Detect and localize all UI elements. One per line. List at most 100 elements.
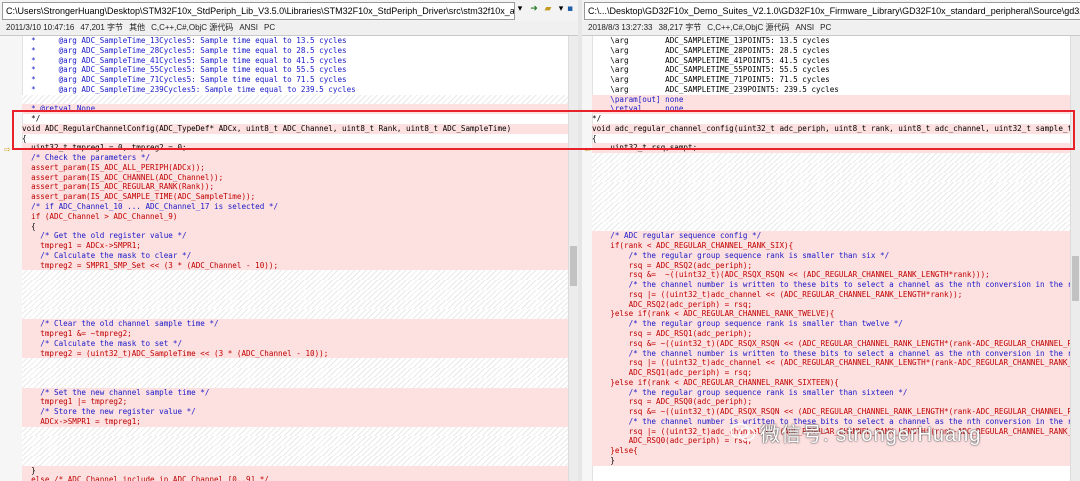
right-file-pane[interactable]: C:\...\Desktop\GD32F10x_Demo_Suites_V2.1… xyxy=(582,0,1080,481)
code-line[interactable]: { xyxy=(22,221,568,232)
code-line[interactable]: * @arg ADC_SampleTime_55Cycles5: Sample … xyxy=(22,65,568,75)
code-line[interactable]: /* Set the new channel sample time */ xyxy=(22,387,568,398)
missing-line-placeholder[interactable] xyxy=(592,221,1070,232)
code-line[interactable]: \arg ADC_SAMPLETIME_55POINT5: 55.5 cycle… xyxy=(592,65,1070,75)
right-file-path-input[interactable]: C:\...\Desktop\GD32F10x_Demo_Suites_V2.1… xyxy=(584,2,1080,20)
code-line[interactable]: * @arg ADC_SampleTime_239Cycles5: Sample… xyxy=(22,85,568,95)
code-line[interactable]: \arg ADC_SAMPLETIME_41POINT5: 41.5 cycle… xyxy=(592,56,1070,66)
code-line[interactable]: * @arg ADC_SampleTime_28Cycles5: Sample … xyxy=(22,46,568,56)
missing-line-placeholder[interactable] xyxy=(22,270,568,281)
code-line[interactable]: * @retval None xyxy=(22,104,568,115)
code-line[interactable]: /* if ADC_Channel_10 ... ADC_Channel_17 … xyxy=(22,202,568,212)
left-scrollbar[interactable] xyxy=(568,36,578,481)
code-line[interactable]: if (ADC_Channel > ADC_Channel_9) xyxy=(22,211,568,222)
code-line[interactable]: rsq = ADC_RSQ0(adc_periph); xyxy=(592,397,1070,408)
code-line[interactable]: tmpreg1 &= ~tmpreg2; xyxy=(22,328,568,339)
code-line[interactable]: \retval none xyxy=(592,104,1070,115)
missing-line-placeholder[interactable] xyxy=(22,426,568,437)
code-line[interactable]: \arg ADC_SAMPLETIME_239POINT5: 239.5 cyc… xyxy=(592,85,1070,95)
code-line[interactable]: } xyxy=(592,455,1070,466)
missing-line-placeholder[interactable] xyxy=(22,299,568,310)
missing-line-placeholder[interactable] xyxy=(22,455,568,466)
code-line[interactable]: ADC_RSQ1(adc_periph) = rsq; xyxy=(592,368,1070,378)
code-line[interactable]: void ADC_RegularChannelConfig(ADC_TypeDe… xyxy=(22,123,568,134)
code-line[interactable]: /* ADC regular sequence config */ xyxy=(592,231,1070,242)
code-line[interactable]: rsq |= ((uint32_t)adc_channel << (ADC_RE… xyxy=(592,358,1080,369)
code-line[interactable]: \arg ADC_SAMPLETIME_28POINT5: 28.5 cycle… xyxy=(592,46,1070,56)
code-line[interactable]: /* Get the old register value */ xyxy=(22,231,568,242)
code-line[interactable]: { xyxy=(592,134,1070,144)
left-code-view[interactable]: * @arg ADC_SampleTime_13Cycles5: Sample … xyxy=(22,36,568,481)
missing-line-placeholder[interactable] xyxy=(22,446,568,456)
code-line[interactable]: tmpreg1 = ADCx->SMPR1; xyxy=(22,241,568,251)
missing-line-placeholder[interactable] xyxy=(22,358,568,369)
code-line[interactable]: /* Check the parameters */ xyxy=(22,153,568,163)
code-line[interactable]: tmpreg1 |= tmpreg2; xyxy=(22,397,568,408)
code-line[interactable]: \param[out] none xyxy=(592,94,1070,105)
right-code-view[interactable]: \arg ADC_SAMPLETIME_13POINT5: 13.5 cycle… xyxy=(592,36,1080,466)
missing-line-placeholder[interactable] xyxy=(22,309,568,320)
folder-open-icon[interactable]: ▰ xyxy=(542,3,554,16)
code-line[interactable]: rsq = ADC_RSQ2(adc_periph); xyxy=(592,260,1070,271)
code-line[interactable]: /* the regular group sequence rank is sm… xyxy=(592,387,1070,398)
code-line[interactable]: ADC_RSQ2(adc_periph) = rsq; xyxy=(592,299,1070,310)
code-line[interactable]: /* the regular group sequence rank is sm… xyxy=(592,250,1070,261)
code-line[interactable]: */ xyxy=(592,114,1070,124)
code-line[interactable]: /* Store the new register value */ xyxy=(22,407,568,417)
code-line[interactable]: assert_param(IS_ADC_REGULAR_RANK(Rank)); xyxy=(22,182,568,193)
code-line[interactable]: rsq |= ((uint32_t)adc_channel << (ADC_RE… xyxy=(592,289,1070,300)
code-line[interactable]: }else if(rank < ADC_REGULAR_CHANNEL_RANK… xyxy=(592,309,1070,320)
code-line[interactable]: rsq &= ~((uint32_t)(ADC_RSQX_RSQN << (AD… xyxy=(592,407,1080,417)
missing-line-placeholder[interactable] xyxy=(592,211,1070,222)
code-line[interactable]: ADCx->SMPR1 = tmpreg1; xyxy=(22,416,568,427)
code-line[interactable]: rsq &= ~((uint32_t)(ADC_RSQX_RSQN << (AD… xyxy=(592,338,1080,349)
left-file-pane[interactable]: C:\Users\StrongerHuang\Desktop\STM32F10x… xyxy=(0,0,578,481)
save-icon[interactable]: ▪ xyxy=(564,3,576,16)
left-scroll-thumb[interactable] xyxy=(570,246,577,286)
code-line[interactable]: /* the channel number is written to thes… xyxy=(592,348,1080,359)
code-line[interactable]: void adc_regular_channel_config(uint32_t… xyxy=(592,123,1080,134)
code-line[interactable]: else /* ADC_Channel include in ADC_Chann… xyxy=(22,475,568,481)
code-line[interactable]: * @arg ADC_SampleTime_13Cycles5: Sample … xyxy=(22,36,568,46)
code-line[interactable]: /* Clear the old channel sample time */ xyxy=(22,319,568,329)
code-line[interactable]: \arg ADC_SAMPLETIME_71POINT5: 71.5 cycle… xyxy=(592,75,1070,85)
missing-line-placeholder[interactable] xyxy=(22,377,568,388)
code-line[interactable]: /* Calculate the mask to clear */ xyxy=(22,250,568,261)
code-line[interactable]: tmpreg2 = SMPR1_SMP_Set << (3 * (ADC_Cha… xyxy=(22,260,568,271)
code-line[interactable]: assert_param(IS_ADC_ALL_PERIPH(ADCx)); xyxy=(22,162,568,173)
missing-line-placeholder[interactable] xyxy=(22,436,568,447)
missing-line-placeholder[interactable] xyxy=(592,153,1070,163)
code-line[interactable]: * @arg ADC_SampleTime_41Cycles5: Sample … xyxy=(22,56,568,66)
code-line[interactable]: * @arg ADC_SampleTime_71Cycles5: Sample … xyxy=(22,75,568,85)
code-line[interactable]: \arg ADC_SAMPLETIME_13POINT5: 13.5 cycle… xyxy=(592,36,1070,46)
code-line[interactable]: } xyxy=(22,465,568,476)
left-gutter[interactable] xyxy=(0,36,23,481)
code-line[interactable]: uint32_t rsq,sampt; xyxy=(592,143,1070,154)
missing-line-placeholder[interactable] xyxy=(22,289,568,300)
missing-line-placeholder[interactable] xyxy=(592,172,1070,183)
code-line[interactable]: if(rank < ADC_REGULAR_CHANNEL_RANK_SIX){ xyxy=(592,241,1070,251)
missing-line-placeholder[interactable] xyxy=(592,182,1070,193)
code-line[interactable]: assert_param(IS_ADC_CHANNEL(ADC_Channel)… xyxy=(22,172,568,183)
code-line[interactable]: rsq = ADC_RSQ1(adc_periph); xyxy=(592,328,1070,339)
code-line[interactable]: }else{ xyxy=(592,446,1070,456)
missing-line-placeholder[interactable] xyxy=(22,94,568,105)
code-line[interactable]: }else if(rank < ADC_REGULAR_CHANNEL_RANK… xyxy=(592,377,1070,388)
code-line[interactable]: */ xyxy=(22,114,568,124)
right-scroll-thumb[interactable] xyxy=(1072,256,1079,301)
code-line[interactable]: tmpreg2 = (uint32_t)ADC_SampleTime << (3… xyxy=(22,348,568,359)
code-line[interactable]: /* Calculate the mask to set */ xyxy=(22,338,568,349)
code-line[interactable]: uint32_t tmpreg1 = 0, tmpreg2 = 0; xyxy=(22,143,568,154)
reload-icon[interactable]: ➜ xyxy=(528,3,540,16)
missing-line-placeholder[interactable] xyxy=(592,202,1070,212)
diff-marker-icon[interactable]: ⇨ xyxy=(4,145,11,154)
dropdown-arrow-icon[interactable]: ▾ xyxy=(514,3,526,16)
code-line[interactable]: /* the regular group sequence rank is sm… xyxy=(592,319,1070,329)
code-line[interactable]: assert_param(IS_ADC_SAMPLE_TIME(ADC_Samp… xyxy=(22,192,568,203)
missing-line-placeholder[interactable] xyxy=(592,162,1070,173)
code-line[interactable]: /* the channel number is written to thes… xyxy=(592,280,1080,290)
left-file-path-input[interactable]: C:\Users\StrongerHuang\Desktop\STM32F10x… xyxy=(2,2,515,20)
diff-marker-icon[interactable]: ⇦ xyxy=(584,145,591,154)
code-line[interactable]: { xyxy=(22,134,568,144)
right-scrollbar[interactable] xyxy=(1070,36,1080,481)
